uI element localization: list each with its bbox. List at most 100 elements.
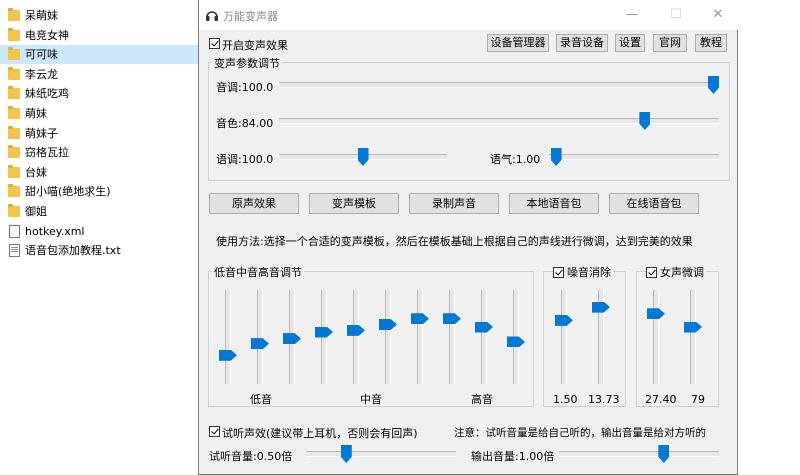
folder-icon — [8, 145, 20, 159]
output-volume-label: 输出音量:1.00倍 — [471, 450, 555, 463]
eq-low-label: 低音 — [250, 393, 272, 406]
voice-params-title: 变声参数调节 — [212, 55, 282, 71]
eq-band-8-slider-track[interactable] — [449, 290, 455, 384]
original-effect-button[interactable]: 原声效果 — [209, 193, 299, 214]
female-tune-checkbox[interactable] — [646, 267, 657, 278]
listen-volume-thumb[interactable] — [340, 445, 352, 463]
voice-template-button[interactable]: 变声模板 — [309, 193, 399, 214]
file-list-item[interactable]: 萌妹子 — [0, 124, 200, 143]
listen-volume-track[interactable] — [306, 451, 456, 457]
window-title: 万能变声器 — [223, 10, 278, 23]
file-list-item[interactable]: 呆萌妹 — [0, 6, 200, 25]
file-name: 台妹 — [25, 165, 47, 179]
eq-mid-label: 中音 — [360, 393, 382, 406]
female-tune-label: 女声微调 — [658, 264, 706, 280]
tutorial-button[interactable]: 教程 — [695, 34, 727, 52]
noise-slider-1-track[interactable] — [561, 290, 567, 384]
file-list-item[interactable]: 电竞女神 — [0, 26, 200, 45]
file-name: 窃格瓦拉 — [25, 146, 69, 160]
eq-band-7-slider-track[interactable] — [417, 290, 423, 384]
female-tune-group — [636, 271, 719, 407]
enable-effect-label: 开启变声效果 — [222, 39, 288, 52]
enable-effect-checkbox[interactable] — [209, 38, 220, 49]
eq-band-6-slider-track[interactable] — [385, 290, 391, 384]
file-name: 萌妹 — [25, 107, 47, 120]
file-list-item[interactable]: 语音包添加教程.txt — [0, 241, 200, 260]
noise-reduction-group — [543, 271, 626, 407]
title-bar[interactable]: 万能变声器 — ☐ ✕ — [199, 0, 739, 30]
speed-label: 语调:100.0 — [216, 153, 274, 166]
maximize-button[interactable]: ☐ — [666, 6, 686, 24]
file-name: 甜小喵(绝地求生) — [25, 185, 111, 199]
folder-icon — [8, 204, 20, 217]
eq-band-5-slider-track[interactable] — [353, 290, 359, 384]
breath-label: 语气:1.00 — [490, 153, 541, 166]
female-slider-1-track[interactable] — [653, 290, 659, 384]
eq-title: 低音中音高音调节 — [212, 264, 304, 280]
folder-icon — [8, 47, 20, 61]
female-slider-2-track[interactable] — [690, 290, 696, 384]
eq-band-1-slider-track[interactable] — [225, 290, 231, 384]
file-icon — [9, 224, 20, 238]
file-name: 呆萌妹 — [25, 9, 58, 22]
timbre-slider-track[interactable] — [279, 118, 719, 124]
file-name: hotkey.xml — [25, 224, 85, 238]
folder-icon — [8, 27, 20, 41]
pitch-label: 音调:100.0 — [216, 81, 274, 94]
noise-reduction-checkbox[interactable] — [553, 267, 564, 278]
record-voice-button[interactable]: 录制声音 — [409, 193, 499, 214]
file-list-item[interactable]: 可可味 — [0, 45, 200, 65]
file-name: 语音包添加教程.txt — [25, 244, 121, 258]
file-name: 可可味 — [25, 48, 58, 62]
file-name: 电竞女神 — [25, 28, 69, 42]
eq-band-9-slider-track[interactable] — [481, 290, 487, 384]
file-list: 呆萌妹电竞女神可可味李云龙妹纸吃鸡萌妹萌妹子窃格瓦拉台妹甜小喵(绝地求生) 御姐 h… — [0, 0, 200, 475]
minimize-button[interactable]: — — [622, 6, 642, 24]
voice-changer-window: 万能变声器 — ☐ ✕ 开启变声效果 设备管理器 录音设备 设置 官网 教程 变声参数调… — [198, 0, 739, 475]
monitor-note: 注意：试听音量是给自己听的，输出音量是给对方听的 — [454, 427, 706, 439]
folder-icon — [8, 106, 20, 119]
breath-slider-track[interactable] — [549, 154, 719, 160]
female-value-2: 79 — [691, 393, 705, 406]
listen-volume-label: 试听音量:0.50倍 — [209, 450, 293, 463]
output-volume-thumb[interactable] — [658, 445, 670, 463]
file-list-item[interactable]: 台妹 — [0, 163, 200, 182]
monitor-checkbox[interactable] — [209, 426, 220, 437]
file-list-item[interactable]: 御姐 — [0, 202, 200, 221]
noise-value-1: 1.50 — [553, 393, 578, 406]
file-list-item[interactable]: 萌妹 — [0, 104, 200, 123]
recording-device-button[interactable]: 录音设备 — [556, 34, 608, 52]
headphones-icon — [206, 11, 218, 21]
file-list-item[interactable]: 妹纸吃鸡 — [0, 84, 200, 103]
file-list-item[interactable]: 李云龙 — [0, 65, 200, 84]
settings-button[interactable]: 设置 — [615, 34, 645, 52]
noise-value-2: 13.73 — [588, 393, 620, 406]
file-name: 萌妹子 — [25, 126, 58, 140]
file-list-item[interactable]: hotkey.xml — [0, 222, 200, 241]
folder-icon — [8, 184, 20, 198]
folder-icon — [8, 86, 20, 100]
local-voice-pack-button[interactable]: 本地语音包 — [509, 193, 599, 214]
website-button[interactable]: 官网 — [653, 34, 687, 52]
eq-band-2-slider-track[interactable] — [257, 290, 263, 384]
female-value-1: 27.40 — [645, 393, 677, 406]
noise-reduction-label: 噪音消除 — [565, 264, 613, 280]
close-button[interactable]: ✕ — [708, 6, 728, 24]
eq-high-label: 高音 — [471, 393, 493, 406]
folder-icon — [8, 66, 20, 80]
folder-icon — [8, 8, 20, 21]
file-list-item[interactable]: 窃格瓦拉 — [0, 143, 200, 162]
monitor-label: 试听声效(建议带上耳机，否则会有回声) — [222, 427, 418, 440]
pitch-slider-track[interactable] — [279, 82, 719, 88]
folder-icon — [8, 164, 20, 178]
file-icon — [9, 244, 20, 258]
timbre-label: 音色:84.00 — [216, 117, 274, 130]
file-list-item[interactable]: 甜小喵(绝地求生) — [0, 182, 200, 201]
usage-instructions: 使用方法:选择一个合适的变声模板，然后在模板基础上根据自己的声线进行微调，达到完… — [216, 235, 693, 248]
output-volume-track[interactable] — [559, 451, 719, 457]
device-manager-button[interactable]: 设备管理器 — [487, 34, 549, 52]
file-name: 李云龙 — [25, 67, 58, 81]
folder-icon — [8, 125, 20, 139]
online-voice-pack-button[interactable]: 在线语音包 — [609, 193, 699, 214]
file-name: 御姐 — [25, 205, 47, 218]
